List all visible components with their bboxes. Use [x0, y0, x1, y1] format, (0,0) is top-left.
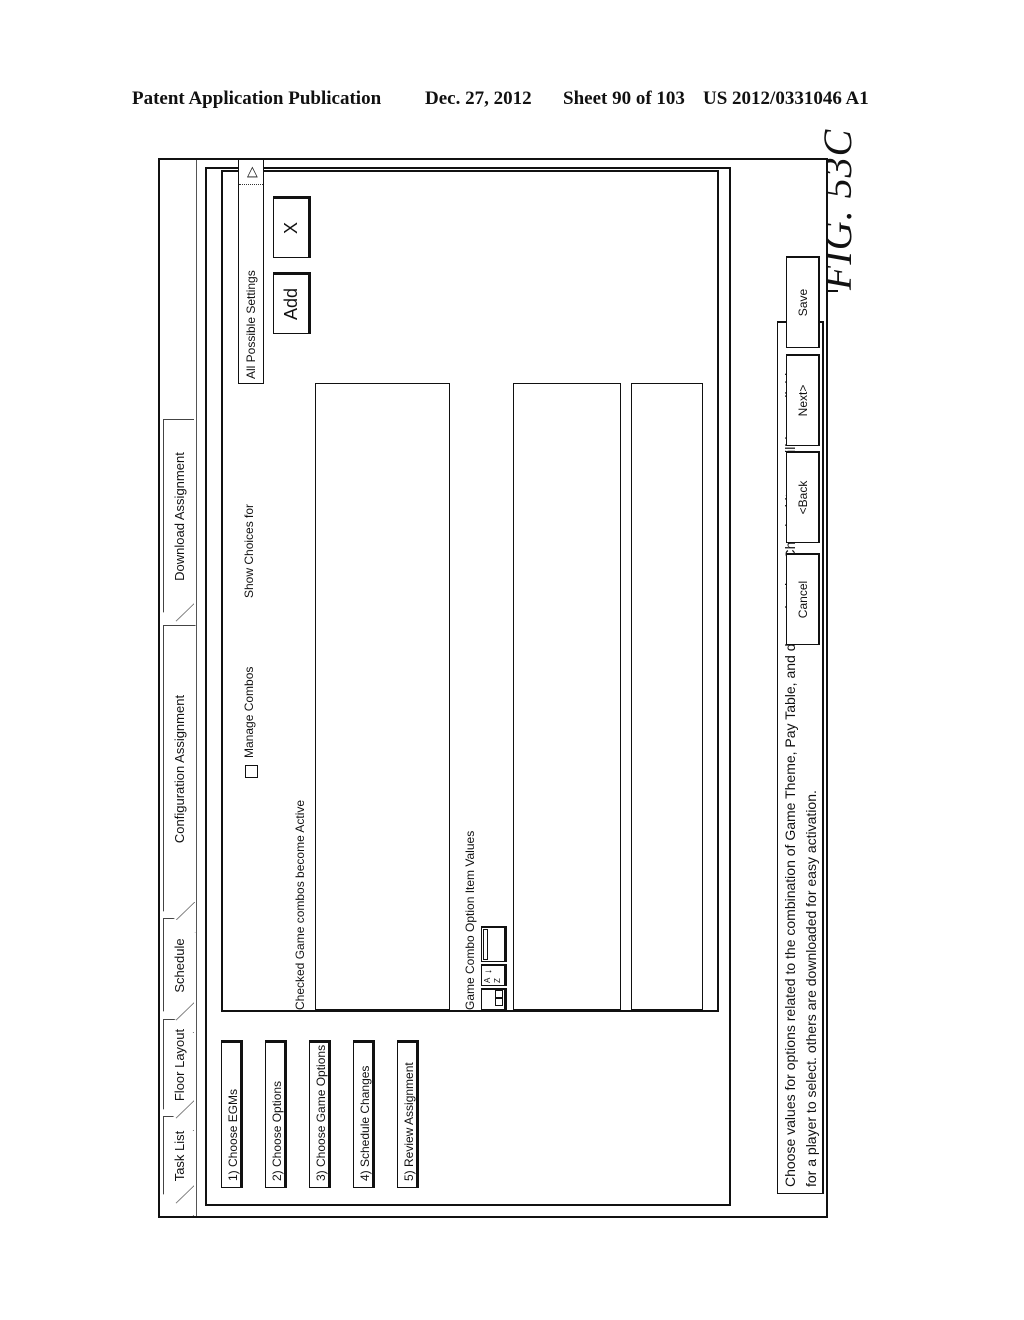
patent-header: Patent Application Publication Dec. 27, … [0, 88, 1024, 116]
tab-configuration-assignment[interactable]: Configuration Assignment [163, 625, 196, 933]
application-window: Task List Floor Layout Schedule Configur… [158, 158, 828, 1218]
add-button[interactable]: Add [273, 272, 311, 334]
window-icon[interactable] [481, 926, 507, 962]
next-button[interactable]: Next> [786, 354, 820, 446]
patent-number: US 2012/0331046 A1 [703, 88, 869, 109]
publication-title: Patent Application Publication [132, 88, 382, 109]
back-button[interactable]: <Back [786, 451, 820, 543]
step-choose-options[interactable]: 2) Choose Options [265, 1040, 287, 1188]
checkbox-list-icon[interactable] [481, 988, 507, 1010]
show-choices-label: Show Choices for [242, 503, 256, 598]
rotated-figure: Task List Floor Layout Schedule Configur… [158, 158, 828, 1218]
tab-content: 1) Choose EGMs 2) Choose Options 3) Choo… [205, 159, 824, 1206]
manage-combos-checkbox[interactable] [245, 765, 258, 778]
tab-bar: Task List Floor Layout Schedule Configur… [160, 160, 197, 1216]
active-combos-label: Checked Game combos become Active [293, 799, 307, 1010]
cancel-button[interactable]: Cancel [786, 553, 820, 645]
tab-schedule[interactable]: Schedule [163, 918, 194, 1033]
tab-floor-layout[interactable]: Floor Layout [163, 1019, 194, 1131]
option-details-list[interactable] [631, 383, 703, 1010]
step-choose-egms[interactable]: 1) Choose EGMs [221, 1040, 243, 1188]
remove-button[interactable]: X [273, 196, 311, 258]
option-values-list[interactable] [513, 383, 621, 1010]
triangle-right-icon[interactable]: ▷ [239, 160, 263, 185]
show-choices-value: All Possible Settings [244, 270, 258, 379]
show-choices-dropdown[interactable]: All Possible Settings ▷ [238, 159, 264, 384]
publication-date: Dec. 27, 2012 [425, 88, 532, 109]
save-button[interactable]: Save [786, 256, 820, 348]
step-choose-game-options[interactable]: 3) Choose Game Options [309, 1040, 331, 1188]
step-review-assignment[interactable]: 5) Review Assignment [397, 1040, 419, 1188]
game-options-panel: Manage Combos Show Choices for All Possi… [221, 159, 719, 1012]
tab-task-list[interactable]: Task List [163, 1116, 194, 1216]
step-schedule-changes[interactable]: 4) Schedule Changes [353, 1040, 375, 1188]
sheet-number: Sheet 90 of 103 [563, 88, 685, 109]
active-combos-list[interactable] [315, 383, 450, 1010]
tab-download-assignment[interactable]: Download Assignment [163, 419, 194, 634]
manage-combos-label: Manage Combos [242, 666, 256, 758]
option-values-label: Game Combo Option Item Values [463, 830, 477, 1010]
sort-a-z-icon[interactable]: A Z ↓ [481, 964, 507, 986]
